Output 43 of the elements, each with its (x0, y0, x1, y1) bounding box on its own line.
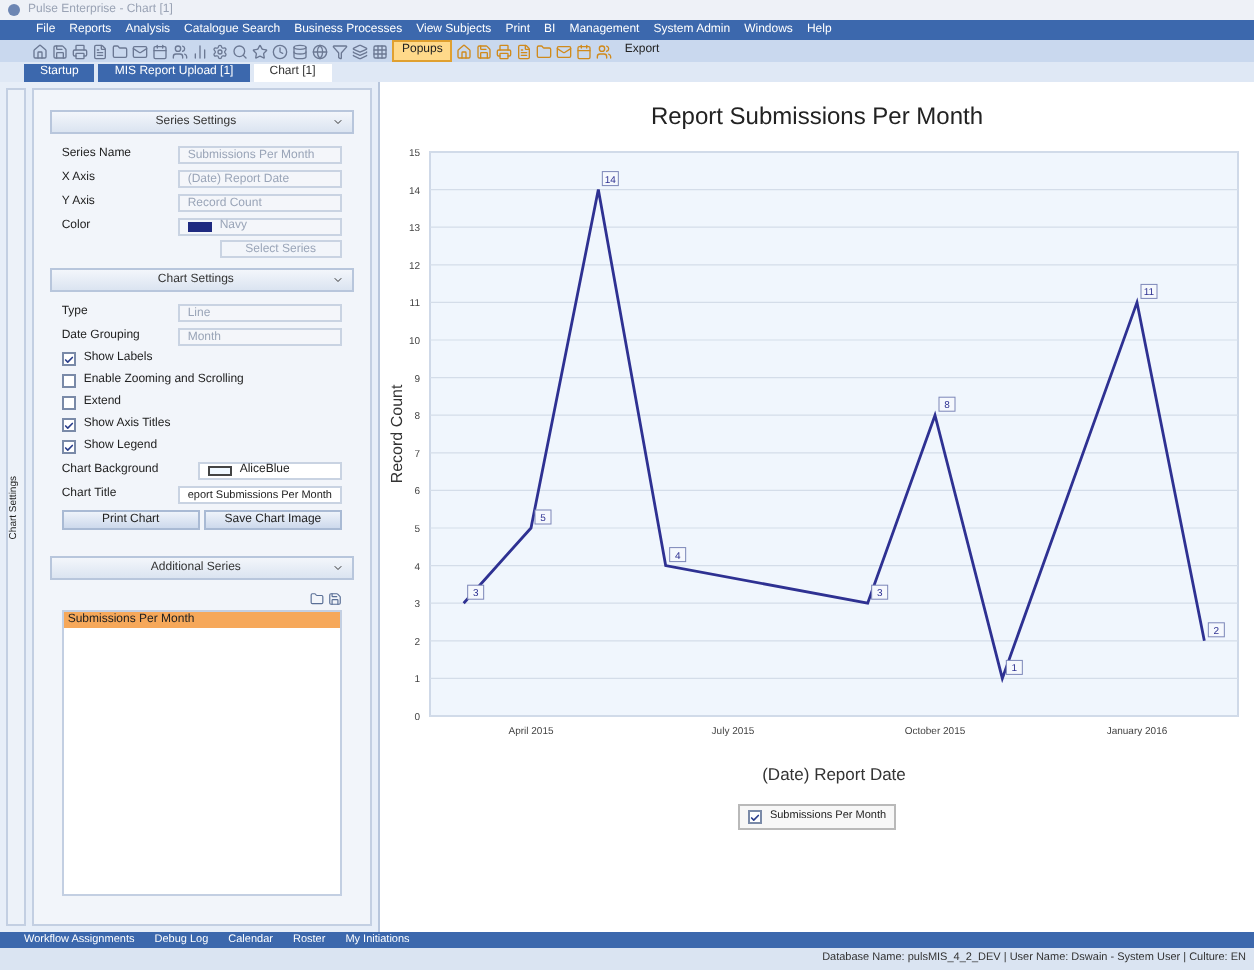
checkbox[interactable] (61, 352, 76, 366)
chart-title: Report Submissions Per Month (650, 100, 984, 134)
checkbox[interactable] (61, 396, 76, 410)
users-icon[interactable] (172, 43, 188, 59)
x-axis-title: (Date) Report Date (761, 764, 905, 784)
calendar-icon[interactable] (576, 43, 593, 59)
save-icon[interactable] (476, 43, 493, 59)
save-icon[interactable] (52, 43, 68, 59)
calendar-icon[interactable] (152, 43, 168, 59)
save-icon[interactable] (328, 592, 342, 606)
grid-icon[interactable] (372, 43, 388, 59)
clock-icon[interactable] (272, 43, 288, 59)
checkbox[interactable] (747, 810, 762, 824)
bar-chart-icon[interactable] (192, 43, 208, 59)
check-icon (749, 811, 760, 823)
home-icon[interactable] (32, 43, 48, 59)
printer-icon[interactable] (496, 43, 513, 59)
users-icon[interactable] (596, 43, 613, 59)
checkbox[interactable] (61, 374, 76, 388)
search-icon[interactable] (232, 43, 248, 59)
globe-icon[interactable] (312, 43, 328, 59)
folder-icon[interactable] (112, 43, 128, 59)
folder-icon[interactable] (310, 592, 324, 606)
collapse-icon[interactable] (332, 274, 344, 286)
document-icon[interactable] (92, 43, 108, 59)
y-axis-title: Record Count (387, 384, 405, 484)
printer-icon[interactable] (72, 43, 88, 59)
collapse-icon[interactable] (332, 562, 344, 574)
database-icon[interactable] (292, 43, 308, 59)
folder-icon[interactable] (536, 43, 553, 59)
layers-icon[interactable] (352, 43, 368, 59)
settings-icon[interactable] (212, 43, 228, 59)
mail-icon[interactable] (132, 43, 148, 59)
checkbox[interactable] (61, 418, 76, 432)
home-icon[interactable] (456, 43, 473, 59)
mail-icon[interactable] (556, 43, 573, 59)
collapse-icon[interactable] (332, 116, 344, 128)
checkbox[interactable] (61, 440, 76, 454)
document-icon[interactable] (516, 43, 533, 59)
star-icon[interactable] (252, 43, 268, 59)
app-icon (8, 4, 20, 16)
check-icon (63, 353, 74, 365)
filter-icon[interactable] (332, 43, 348, 59)
